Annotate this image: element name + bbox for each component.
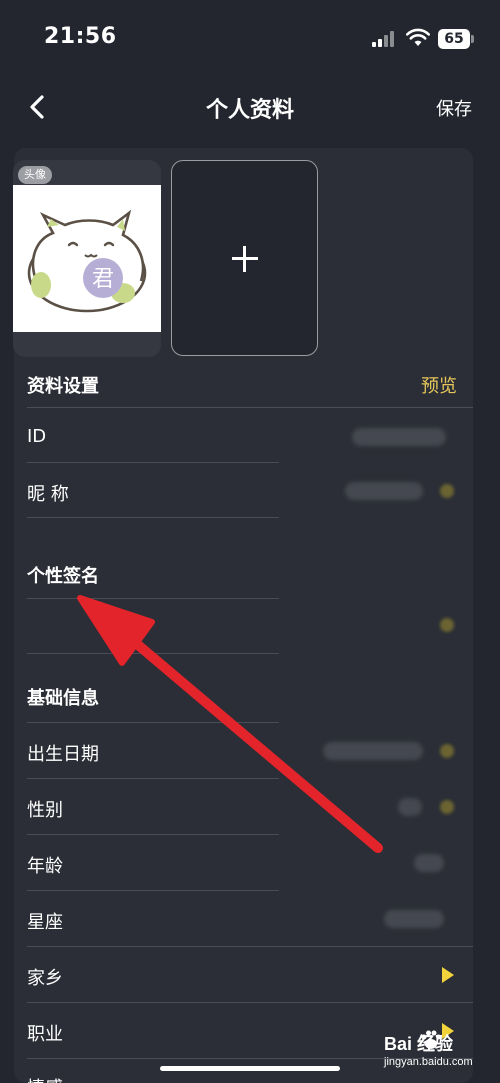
row-occupation-label[interactable]: 职业	[27, 1020, 63, 1046]
home-indicator[interactable]	[160, 1066, 340, 1071]
divider	[27, 653, 279, 654]
edit-dot-icon	[440, 484, 454, 498]
divider	[27, 834, 279, 835]
battery-icon: 65	[438, 29, 474, 49]
row-id-label[interactable]: ID	[27, 426, 46, 447]
divider	[27, 946, 473, 947]
divider	[27, 407, 473, 408]
row-nickname-label[interactable]: 昵 称	[27, 480, 69, 506]
blurred-birthday-value	[323, 742, 423, 760]
lucky-cat-avatar-image: 君	[27, 209, 147, 313]
preview-link[interactable]: 预览	[421, 372, 457, 398]
divider	[27, 1002, 473, 1003]
paw-icon	[421, 1030, 441, 1049]
divider	[27, 598, 279, 599]
save-button[interactable]: 保存	[436, 95, 472, 121]
blurred-gender-value	[398, 798, 422, 816]
row-birthday-label[interactable]: 出生日期	[27, 740, 99, 766]
status-bar: 21:56 65	[0, 0, 500, 80]
divider	[27, 462, 279, 463]
divider	[27, 722, 279, 723]
status-time: 21:56	[44, 24, 117, 49]
cellular-signal-icon	[372, 31, 398, 47]
watermark-brand: Bai 经验	[384, 1034, 454, 1054]
wifi-icon	[406, 28, 430, 46]
blurred-id-value	[352, 428, 446, 446]
watermark-url: jingyan.baidu.com	[384, 1056, 473, 1068]
divider	[27, 778, 279, 779]
avatar-badge: 头像	[18, 166, 52, 184]
section-title-basic-info: 基础信息	[27, 688, 99, 709]
divider	[27, 517, 279, 518]
row-zodiac-label[interactable]: 星座	[27, 908, 63, 934]
row-hometown-label[interactable]: 家乡	[27, 964, 63, 990]
plus-icon	[232, 246, 258, 272]
add-photo-button[interactable]	[171, 160, 318, 356]
battery-level: 65	[438, 29, 470, 49]
edit-dot-icon	[440, 618, 454, 632]
divider	[27, 890, 279, 891]
row-age-label[interactable]: 年龄	[27, 852, 63, 878]
blurred-nickname-value	[345, 482, 423, 500]
avatar[interactable]: 君	[13, 185, 161, 332]
nav-bar: 个人资料 保存	[0, 80, 500, 146]
edit-dot-icon	[440, 744, 454, 758]
section-title-profile-settings: 资料设置	[27, 376, 99, 397]
blurred-zodiac-value	[384, 910, 444, 928]
baidu-jingyan-watermark: Bai 经验 jingyan.baidu.com	[384, 1030, 494, 1070]
row-relationship-label[interactable]: 情感	[27, 1074, 63, 1083]
page-title: 个人资料	[205, 98, 294, 123]
row-gender-label[interactable]: 性别	[27, 796, 63, 822]
avatar-card[interactable]: 君 头像	[13, 160, 161, 357]
section-title-signature: 个性签名	[27, 566, 99, 587]
avatar-seal-char: 君	[92, 267, 114, 292]
edit-dot-icon	[440, 800, 454, 814]
chevron-right-icon[interactable]	[442, 967, 454, 983]
blurred-age-value	[414, 854, 444, 872]
